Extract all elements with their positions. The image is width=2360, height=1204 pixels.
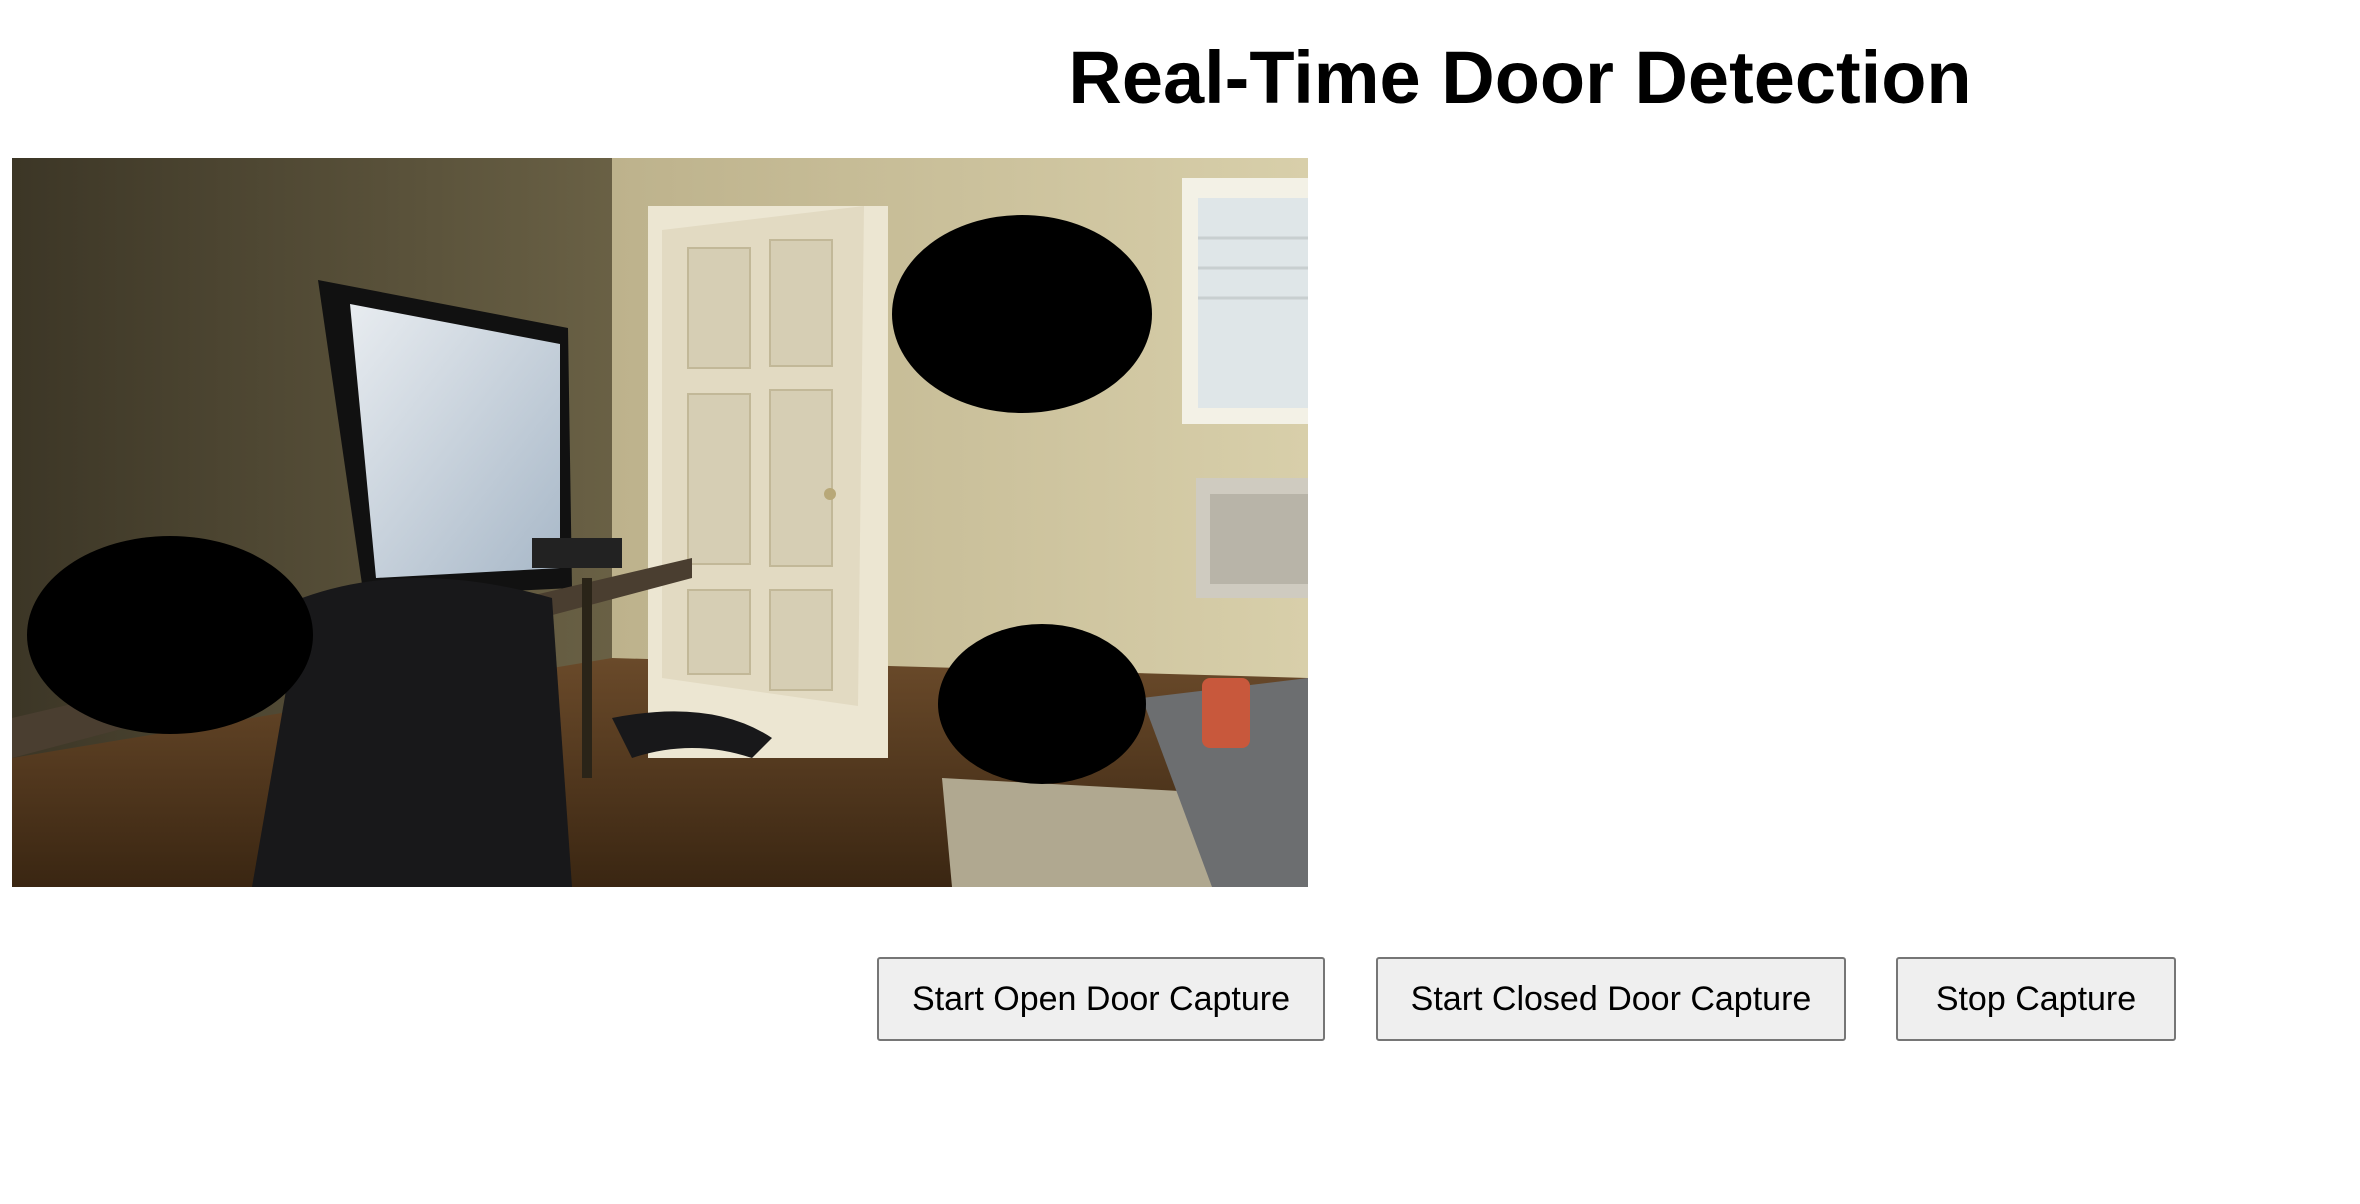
stop-capture-button[interactable]: Stop Capture: [1896, 957, 2176, 1041]
privacy-mask: [27, 536, 313, 734]
video-feed: [12, 158, 1308, 887]
page: Real-Time Door Detection Start Open Door…: [0, 0, 2360, 1204]
start-open-door-capture-button[interactable]: Start Open Door Capture: [877, 957, 1325, 1041]
camera-frame: [12, 158, 1308, 887]
privacy-mask: [892, 215, 1152, 413]
start-closed-door-capture-button[interactable]: Start Closed Door Capture: [1376, 957, 1846, 1041]
capture-controls: Start Open Door Capture Start Closed Doo…: [0, 957, 2360, 1041]
page-title: Real-Time Door Detection: [1068, 36, 1972, 119]
privacy-mask: [938, 624, 1146, 784]
